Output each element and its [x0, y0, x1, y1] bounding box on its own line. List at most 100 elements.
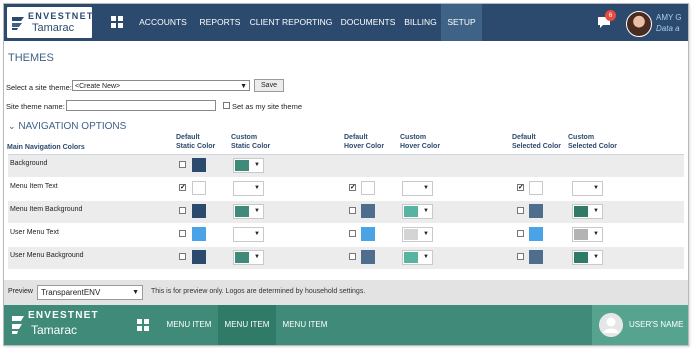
- caret-down-icon: ▼: [254, 162, 260, 168]
- selected-custom-color-picker[interactable]: ▼: [572, 181, 603, 196]
- hover-custom-color-picker[interactable]: ▼: [402, 250, 433, 265]
- caret-down-icon: ▼: [423, 231, 429, 237]
- hover-default-swatch: [361, 227, 375, 241]
- static-custom-color-picker[interactable]: ▼: [233, 227, 264, 242]
- custom-color-swatch: [574, 252, 588, 263]
- static-default-checkbox[interactable]: [179, 253, 186, 260]
- row-label: Menu Item Background: [10, 206, 83, 213]
- nav-documents[interactable]: DOCUMENTS: [336, 4, 400, 41]
- row-label: User Menu Text: [10, 229, 59, 236]
- static-custom-color-picker[interactable]: ▼: [233, 158, 264, 173]
- preview-user-name: USER'S NAME: [629, 320, 684, 329]
- theme-select[interactable]: <Create New> ▼: [72, 80, 250, 91]
- section-title[interactable]: ⌄ NAVIGATION OPTIONS: [8, 121, 126, 132]
- row-label: User Menu Background: [10, 252, 84, 259]
- preview-nav: ENVESTNET Tamarac MENU ITEM MENU ITEM ME…: [4, 305, 688, 345]
- custom-color-swatch: [404, 183, 418, 194]
- nav-reports[interactable]: REPORTS: [194, 4, 246, 41]
- caret-down-icon: ▼: [593, 185, 599, 191]
- selected-default-swatch: [529, 227, 543, 241]
- table-row: User Menu Background ▼ ▼ ▼: [8, 247, 684, 269]
- static-default-checkbox[interactable]: [179, 161, 186, 168]
- selected-custom-color-picker[interactable]: ▼: [572, 204, 603, 219]
- row-label: Menu Item Text: [10, 183, 58, 190]
- custom-color-swatch: [235, 252, 249, 263]
- custom-color-swatch: [404, 252, 418, 263]
- header-custom-selected: Custom Selected Color: [568, 134, 618, 150]
- set-site-theme-checkbox[interactable]: [223, 102, 230, 109]
- custom-color-swatch: [235, 183, 249, 194]
- user-name[interactable]: AMY G: [656, 13, 682, 22]
- header-main: Main Navigation Colors: [7, 144, 85, 151]
- static-default-swatch: [192, 181, 206, 195]
- custom-color-swatch: [404, 229, 418, 240]
- selected-default-checkbox[interactable]: [517, 253, 524, 260]
- hover-default-checkbox[interactable]: [349, 207, 356, 214]
- brand-logo[interactable]: ENVESTNET Tamarac: [7, 7, 92, 38]
- page-title: THEMES: [8, 52, 54, 64]
- custom-color-swatch: [574, 183, 588, 194]
- preview-menu-item[interactable]: MENU ITEM: [276, 305, 334, 345]
- chevron-down-icon: ⌄: [8, 121, 16, 131]
- hover-default-checkbox[interactable]: [349, 230, 356, 237]
- selected-default-swatch: [529, 250, 543, 264]
- caret-down-icon: ▼: [593, 254, 599, 260]
- brand-mark-icon: [12, 17, 24, 30]
- selected-default-checkbox[interactable]: [517, 207, 524, 214]
- nav-accounts[interactable]: ACCOUNTS: [132, 4, 194, 41]
- selected-custom-color-picker[interactable]: ▼: [572, 227, 603, 242]
- hover-custom-color-picker[interactable]: ▼: [402, 181, 433, 196]
- static-default-swatch: [192, 158, 206, 172]
- selected-default-swatch: [529, 204, 543, 218]
- static-custom-color-picker[interactable]: ▼: [233, 204, 264, 219]
- static-default-swatch: [192, 250, 206, 264]
- section-title-text: NAVIGATION OPTIONS: [18, 121, 127, 132]
- static-default-checkbox[interactable]: [179, 207, 186, 214]
- grid-icon[interactable]: [137, 319, 149, 331]
- static-default-checkbox[interactable]: [179, 230, 186, 237]
- preview-note: This is for preview only. Logos are dete…: [151, 288, 366, 295]
- app-window: ENVESTNET Tamarac ACCOUNTS REPORTS CLIEN…: [3, 3, 689, 346]
- theme-name-label: Site theme name:: [6, 102, 65, 111]
- static-default-swatch: [192, 204, 206, 218]
- static-default-checkbox[interactable]: ✓: [179, 184, 186, 191]
- hover-default-checkbox[interactable]: ✓: [349, 184, 356, 191]
- grid-icon[interactable]: [111, 16, 123, 28]
- user-subtitle: Data a: [656, 24, 680, 33]
- nav-client-reporting[interactable]: CLIENT REPORTING: [246, 4, 336, 41]
- table-row: User Menu Text ▼ ▼ ▼: [8, 224, 684, 246]
- custom-color-swatch: [574, 229, 588, 240]
- custom-color-swatch: [235, 160, 249, 171]
- selected-default-checkbox[interactable]: [517, 230, 524, 237]
- preview-menu-item-selected[interactable]: MENU ITEM: [218, 305, 276, 345]
- theme-select-value: <Create New>: [75, 83, 121, 90]
- preview-menu-item[interactable]: MENU ITEM: [160, 305, 218, 345]
- preview-brand-subname: Tamarac: [31, 323, 78, 337]
- brand-subname: Tamarac: [32, 22, 75, 34]
- hover-default-swatch: [361, 204, 375, 218]
- caret-down-icon: ▼: [423, 185, 429, 191]
- avatar[interactable]: [626, 11, 652, 37]
- nav-billing[interactable]: BILLING: [400, 4, 441, 41]
- selected-custom-color-picker[interactable]: ▼: [572, 250, 603, 265]
- preview-label: Preview: [8, 288, 33, 295]
- theme-name-input[interactable]: [66, 100, 216, 111]
- hover-default-swatch: [361, 250, 375, 264]
- table-row: Background ▼: [8, 155, 684, 177]
- caret-down-icon: ▼: [423, 254, 429, 260]
- selected-default-checkbox[interactable]: ✓: [517, 184, 524, 191]
- save-button[interactable]: Save: [254, 79, 284, 92]
- top-nav: ENVESTNET Tamarac ACCOUNTS REPORTS CLIEN…: [4, 4, 688, 41]
- preview-select[interactable]: TransparentENV ▼: [37, 285, 143, 300]
- hover-custom-color-picker[interactable]: ▼: [402, 227, 433, 242]
- hover-default-checkbox[interactable]: [349, 253, 356, 260]
- static-custom-color-picker[interactable]: ▼: [233, 250, 264, 265]
- hover-custom-color-picker[interactable]: ▼: [402, 204, 433, 219]
- table-row: Menu Item Background ▼ ▼ ▼: [8, 201, 684, 223]
- selected-default-swatch: [529, 181, 543, 195]
- caret-down-icon: ▼: [423, 208, 429, 214]
- user-icon: [599, 313, 623, 337]
- static-custom-color-picker[interactable]: ▼: [233, 181, 264, 196]
- nav-setup[interactable]: SETUP: [441, 4, 482, 41]
- custom-color-swatch: [404, 206, 418, 217]
